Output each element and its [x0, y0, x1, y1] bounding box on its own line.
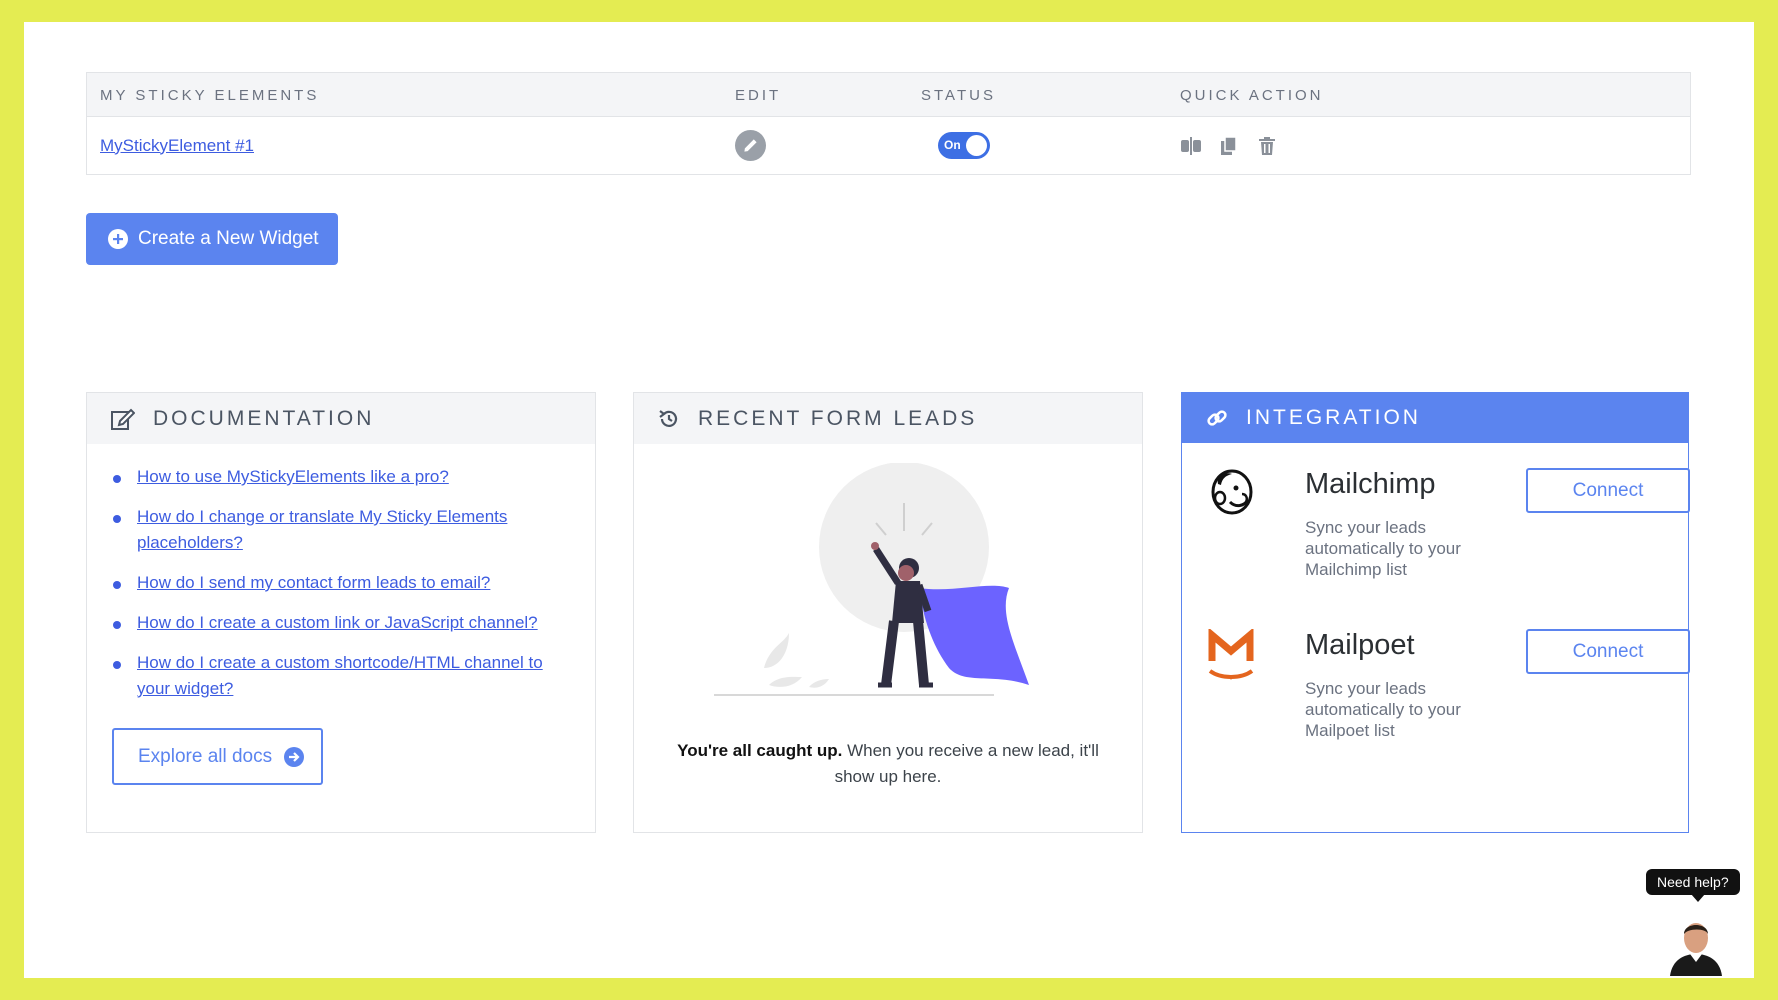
status-toggle-label: On — [944, 138, 961, 152]
mailchimp-desc: Sync your leads automatically to your Ma… — [1305, 518, 1461, 579]
list-item: How to use MyStickyElements like a pro? — [111, 464, 569, 490]
list-item: How do I create a custom shortcode/HTML … — [111, 650, 569, 702]
recent-leads-header: RECENT FORM LEADS — [634, 393, 1142, 444]
superhero-illustration — [714, 463, 1029, 696]
leads-empty-message: You're all caught up. When you receive a… — [634, 738, 1142, 790]
edit-note-icon — [111, 408, 135, 430]
list-item: How do I change or translate My Sticky E… — [111, 504, 569, 556]
header-elements: MY STICKY ELEMENTS — [100, 87, 320, 104]
doc-link[interactable]: How do I create a custom link or JavaScr… — [137, 613, 538, 632]
documentation-list: How to use MyStickyElements like a pro? … — [87, 444, 595, 702]
mailpoet-name: Mailpoet — [1305, 629, 1415, 661]
integration-title: INTEGRATION — [1246, 405, 1421, 429]
duplicate-icon[interactable] — [1218, 135, 1240, 157]
create-widget-label: Create a New Widget — [138, 228, 319, 249]
sticky-elements-table: MY STICKY ELEMENTS EDIT STATUS QUICK ACT… — [86, 72, 1691, 175]
history-icon — [659, 409, 678, 427]
link-icon — [1207, 409, 1227, 426]
edit-button[interactable] — [735, 130, 766, 161]
doc-link[interactable]: How to use MyStickyElements like a pro? — [137, 467, 449, 486]
documentation-title: DOCUMENTATION — [153, 406, 375, 430]
page-content: MY STICKY ELEMENTS EDIT STATUS QUICK ACT… — [24, 22, 1754, 978]
create-widget-button[interactable]: Create a New Widget — [86, 213, 338, 265]
need-help-bubble[interactable]: Need help? — [1646, 869, 1740, 902]
status-toggle[interactable]: On — [938, 132, 990, 159]
leads-message-strong: You're all caught up. — [677, 741, 843, 760]
support-avatar[interactable] — [1668, 914, 1724, 976]
split-icon[interactable] — [1180, 135, 1202, 157]
documentation-header: DOCUMENTATION — [87, 393, 595, 444]
mailchimp-icon — [1211, 469, 1253, 515]
mailchimp-connect-button[interactable]: Connect — [1526, 468, 1690, 513]
table-row: MyStickyElement #1 On — [87, 117, 1690, 174]
recent-leads-title: RECENT FORM LEADS — [698, 406, 978, 430]
mailpoet-icon — [1208, 629, 1254, 680]
sticky-element-link[interactable]: MyStickyElement #1 — [100, 136, 254, 156]
documentation-panel: DOCUMENTATION How to use MyStickyElement… — [86, 392, 596, 833]
mailpoet-connect-button[interactable]: Connect — [1526, 629, 1690, 674]
doc-link[interactable]: How do I change or translate My Sticky E… — [137, 507, 507, 552]
integration-panel: INTEGRATION Mailchimp Sync your leads au… — [1181, 392, 1690, 833]
trash-icon[interactable] — [1256, 135, 1278, 157]
mailpoet-desc: Sync your leads automatically to your Ma… — [1305, 679, 1461, 740]
pencil-icon — [744, 139, 757, 152]
recent-leads-panel: RECENT FORM LEADS You're all caught up. … — [633, 392, 1143, 833]
doc-link[interactable]: How do I send my contact form leads to e… — [137, 573, 490, 592]
leads-message-rest: When you receive a new lead, it'll show … — [834, 741, 1099, 786]
header-quick-action: QUICK ACTION — [1180, 87, 1324, 104]
header-status: STATUS — [921, 87, 996, 104]
integration-header: INTEGRATION — [1182, 392, 1688, 443]
list-item: How do I send my contact form leads to e… — [111, 570, 569, 596]
header-edit: EDIT — [735, 87, 782, 104]
explore-docs-button[interactable]: Explore all docs — [112, 728, 323, 785]
explore-docs-label: Explore all docs — [138, 745, 273, 767]
plus-circle-icon — [108, 229, 128, 249]
arrow-right-circle-icon — [284, 746, 305, 767]
table-header: MY STICKY ELEMENTS EDIT STATUS QUICK ACT… — [87, 73, 1690, 117]
toggle-knob — [966, 135, 987, 156]
mailchimp-name: Mailchimp — [1305, 468, 1436, 500]
list-item: How do I create a custom link or JavaScr… — [111, 610, 569, 636]
doc-link[interactable]: How do I create a custom shortcode/HTML … — [137, 653, 543, 698]
